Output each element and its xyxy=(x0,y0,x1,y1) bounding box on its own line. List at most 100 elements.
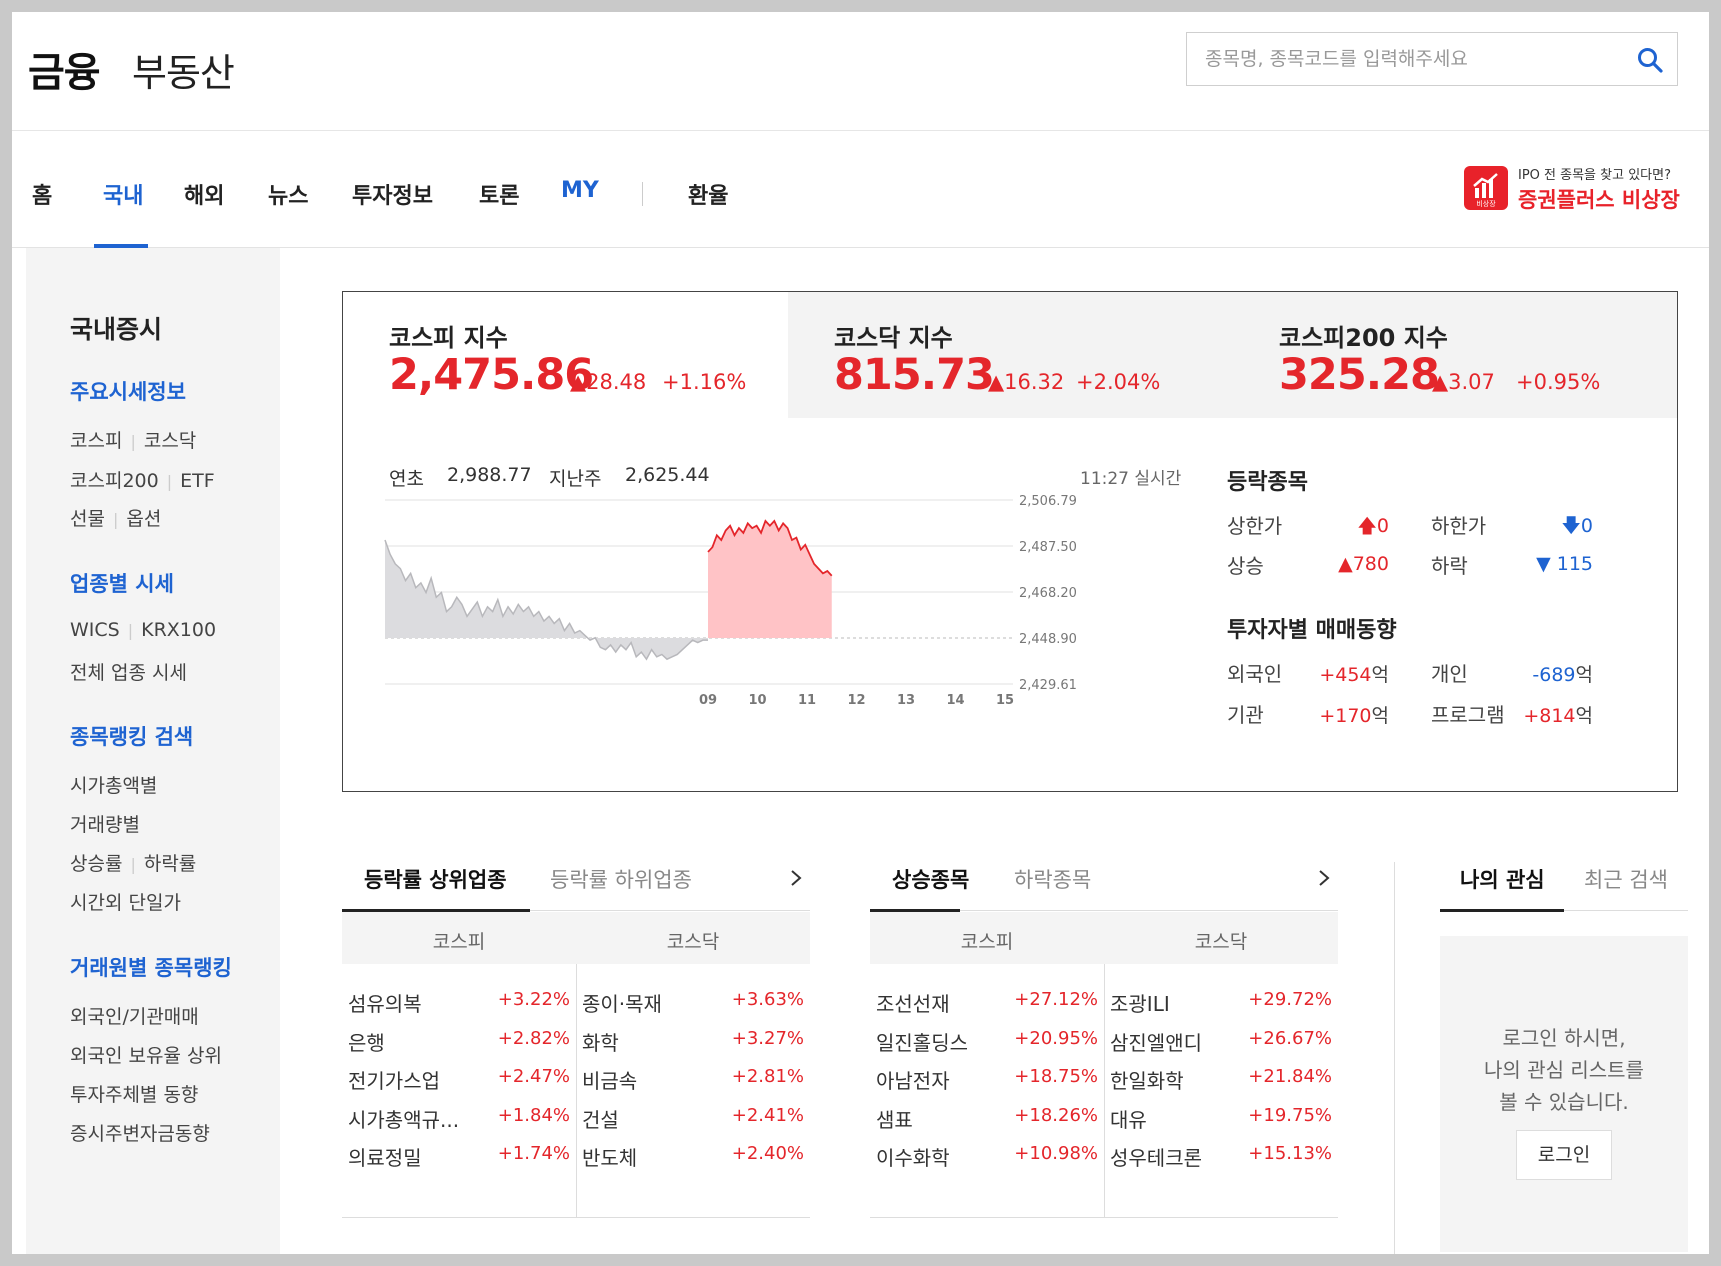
sidebar-link-kospi[interactable]: 코스피 xyxy=(70,430,122,452)
table-row[interactable]: 삼진엘앤디 +26.67% xyxy=(1104,1017,1338,1059)
tab-falling-stocks[interactable]: 하락종목 xyxy=(1014,864,1091,894)
promo-subtitle: IPO 전 종목을 찾고 있다면? xyxy=(1518,168,1671,183)
login-message-line: 나의 관심 리스트를 xyxy=(1484,1058,1644,1082)
sidebar-link-foreign-holding[interactable]: 외국인 보유율 상위 xyxy=(70,1041,222,1068)
finance-tab[interactable]: 금융 xyxy=(28,40,101,98)
sidebar-link-after-hours[interactable]: 시간외 단일가 xyxy=(70,888,181,915)
row-rate: +27.12% xyxy=(1014,989,1098,1010)
index-tab-kospi[interactable]: 코스피 지수 2,475.86 ▲28.48 +1.16% xyxy=(343,292,788,418)
table-row[interactable]: 조광ILI +29.72% xyxy=(1104,978,1338,1020)
row-rate: +26.67% xyxy=(1248,1027,1332,1049)
table-row[interactable]: 은행 +2.82% xyxy=(342,1017,576,1059)
nav-invest-info[interactable]: 투자정보 xyxy=(352,178,433,210)
index-value: 325.28 xyxy=(1279,350,1440,400)
row-rate: +19.75% xyxy=(1248,1104,1332,1126)
sidebar-link-etf[interactable]: ETF xyxy=(180,470,215,492)
search-icon[interactable] xyxy=(1635,45,1665,75)
x-tick-label: 10 xyxy=(748,693,766,708)
individual-value: -689억 xyxy=(1532,664,1593,686)
x-tick-label: 09 xyxy=(699,693,717,708)
sidebar-section-sector[interactable]: 업종별 시세 xyxy=(70,568,174,598)
sidebar-link-options[interactable]: 옵션 xyxy=(126,508,161,530)
sidebar-section-broker[interactable]: 거래원별 종목랭킹 xyxy=(70,952,232,982)
sidebar-link-market-cap[interactable]: 시가총액별 xyxy=(70,771,157,798)
nav-news[interactable]: 뉴스 xyxy=(268,178,308,210)
sidebar-link-all-sectors[interactable]: 전체 업종 시세 xyxy=(70,658,187,685)
tab-sector-bottom[interactable]: 등락률 하위업종 xyxy=(550,864,692,894)
row-name: 삼진엘앤디 xyxy=(1110,1030,1202,1055)
table-row[interactable]: 일진홀딩스 +20.95% xyxy=(870,1017,1104,1059)
lower-limit-value: 🡇0 xyxy=(1561,515,1593,537)
sidebar-link-volume[interactable]: 거래량별 xyxy=(70,810,140,837)
table-row[interactable]: 조선선재 +27.12% xyxy=(870,978,1104,1020)
login-button[interactable]: 로그인 xyxy=(1516,1130,1612,1180)
sidebar-section-ranking[interactable]: 종목랭킹 검색 xyxy=(70,721,193,751)
row-rate: +18.75% xyxy=(1014,1066,1098,1087)
index-tab-kospi200[interactable]: 코스피200 지수 325.28 ▲3.07 +0.95% xyxy=(1233,292,1677,418)
sidebar-link-rise-rate[interactable]: 상승률 xyxy=(70,853,122,875)
index-change: ▲28.48 xyxy=(570,370,647,394)
sidebar-link-kosdaq[interactable]: 코스닥 xyxy=(144,430,196,452)
chevron-right-icon[interactable] xyxy=(786,866,806,890)
search-input[interactable] xyxy=(1187,33,1617,85)
nav-exchange[interactable]: 환율 xyxy=(688,178,728,210)
row-name: 건설 xyxy=(582,1107,619,1132)
year-start-label: 연초 xyxy=(389,468,424,490)
row-rate: +2.47% xyxy=(497,1066,570,1087)
table-row[interactable]: 이수화학 +10.98% xyxy=(870,1132,1104,1174)
institution-label: 기관 xyxy=(1227,703,1264,727)
row-rate: +18.26% xyxy=(1014,1104,1098,1126)
tab-my-interest[interactable]: 나의 관심 xyxy=(1460,864,1545,894)
row-name: 비금속 xyxy=(582,1069,638,1093)
tab-rising-stocks[interactable]: 상승종목 xyxy=(892,864,969,894)
row-name: 조선선재 xyxy=(876,992,950,1016)
table-row[interactable]: 아남전자 +18.75% xyxy=(870,1055,1104,1097)
table-row[interactable]: 화학 +3.27% xyxy=(576,1017,810,1059)
nav-domestic[interactable]: 국내 xyxy=(103,178,143,210)
table-row[interactable]: 비금속 +2.81% xyxy=(576,1055,810,1097)
x-tick-label: 15 xyxy=(996,693,1014,708)
row-name: 조광ILI xyxy=(1110,992,1170,1016)
sidebar-link-wics[interactable]: WICS xyxy=(70,619,120,641)
table-row[interactable]: 성우테크론 +15.13% xyxy=(1104,1132,1338,1174)
search-box xyxy=(1186,32,1678,86)
nav-my[interactable]: MY xyxy=(561,178,599,203)
nav-overseas[interactable]: 해외 xyxy=(184,178,224,210)
table-row[interactable]: 시가총액규... +1.84% xyxy=(342,1094,576,1136)
index-change: ▲3.07 xyxy=(1432,370,1495,394)
sidebar-link-market-funds[interactable]: 증시주변자금동향 xyxy=(70,1119,210,1146)
row-name: 시가총액규... xyxy=(348,1107,460,1132)
sidebar-link-foreign-inst[interactable]: 외국인/기관매매 xyxy=(70,1002,199,1029)
sidebar-section-major[interactable]: 주요시세정보 xyxy=(70,376,186,406)
table-row[interactable]: 샘표 +18.26% xyxy=(870,1094,1104,1136)
table-row[interactable]: 한일화학 +21.84% xyxy=(1104,1055,1338,1097)
sidebar-link-investor-trend[interactable]: 투자주체별 동향 xyxy=(70,1080,198,1107)
promo-banner[interactable]: 비상장 IPO 전 종목을 찾고 있다면? 증권플러스 비상장 xyxy=(1464,162,1694,216)
row-name: 아남전자 xyxy=(876,1069,950,1093)
y-tick-label: 2,468.20 xyxy=(1019,586,1077,601)
realty-tab[interactable]: 부동산 xyxy=(132,42,235,97)
chevron-right-icon[interactable] xyxy=(1314,866,1334,890)
row-name: 종이·목재 xyxy=(582,992,662,1016)
sidebar-link-krx100[interactable]: KRX100 xyxy=(141,619,216,641)
table-row[interactable]: 종이·목재 +3.63% xyxy=(576,978,810,1020)
nav-home[interactable]: 홈 xyxy=(32,178,52,210)
sidebar-link-fall-rate[interactable]: 하락률 xyxy=(144,853,196,875)
sidebar-link-futures[interactable]: 선물 xyxy=(70,508,105,530)
tab-sector-top[interactable]: 등락률 상위업종 xyxy=(364,864,507,894)
index-tab-kosdaq[interactable]: 코스닥 지수 815.73 ▲16.32 +2.04% xyxy=(788,292,1233,418)
table-row[interactable]: 섬유의복 +3.22% xyxy=(342,978,576,1020)
upper-limit-value: 🡅0 xyxy=(1357,515,1389,537)
table-row[interactable]: 건설 +2.41% xyxy=(576,1094,810,1136)
login-message: 로그인 하시면, 나의 관심 리스트를 볼 수 있습니다. xyxy=(1440,1022,1688,1118)
table-row[interactable]: 반도체 +2.40% xyxy=(576,1132,810,1174)
table-row[interactable]: 의료정밀 +1.74% xyxy=(342,1132,576,1174)
x-tick-label: 13 xyxy=(897,693,915,708)
table-row[interactable]: 대유 +19.75% xyxy=(1104,1094,1338,1136)
row-name: 반도체 xyxy=(582,1146,638,1170)
nav-discussion[interactable]: 토론 xyxy=(479,178,519,210)
sidebar-link-kospi200[interactable]: 코스피200 xyxy=(70,470,159,492)
table-row[interactable]: 전기가스업 +2.47% xyxy=(342,1055,576,1097)
promo-icon-label: 비상장 xyxy=(1476,199,1496,208)
tab-recent-search[interactable]: 최근 검색 xyxy=(1584,864,1668,894)
